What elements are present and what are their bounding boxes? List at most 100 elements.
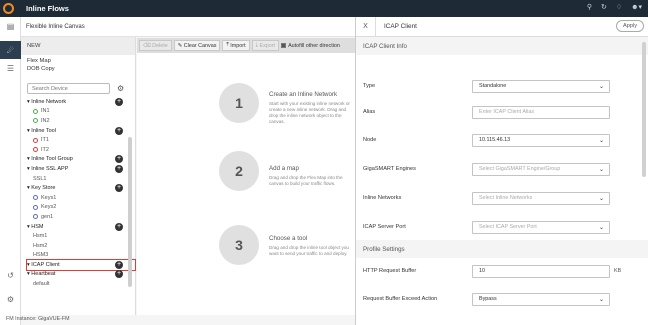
- add-icon[interactable]: +: [115, 164, 123, 173]
- tree-group[interactable]: ▾ Inline SSL APP +: [27, 164, 135, 174]
- autofill-checkbox[interactable]: Autofill other direction: [281, 43, 340, 49]
- add-icon[interactable]: +: [115, 184, 123, 193]
- export-button[interactable]: ⤓ Export: [251, 40, 280, 51]
- step-2-description: Drag and drop the Flex Map into the canv…: [269, 175, 343, 186]
- tree-item[interactable]: IT1: [27, 135, 135, 145]
- chevron-down-icon[interactable]: ⌄: [599, 83, 604, 90]
- add-icon[interactable]: +: [115, 222, 123, 231]
- field-label: HTTP Request Buffer: [363, 268, 417, 274]
- import-button[interactable]: ⤒ Import: [222, 40, 250, 51]
- status-icon: [33, 137, 38, 143]
- add-icon[interactable]: +: [115, 126, 123, 135]
- add-icon[interactable]: +: [115, 270, 123, 279]
- tree-label: default: [33, 281, 50, 288]
- chevron-down-icon[interactable]: ⌄: [599, 166, 604, 173]
- step-3-title: Choose a tool: [269, 235, 308, 242]
- tree-group[interactable]: ▾ Heartbeat +: [27, 270, 135, 280]
- tree-group[interactable]: ▾ Inline Network +: [27, 97, 135, 107]
- tree-item[interactable]: Keys2: [27, 203, 135, 213]
- map-item[interactable]: DOB Copy: [27, 66, 129, 74]
- delete-button[interactable]: ⌫ Delete: [139, 40, 172, 51]
- section-profile-settings: Profile Settings: [356, 240, 648, 258]
- fm-instance-label: FM Instance: GigaVUE-FM: [6, 316, 70, 322]
- field-select[interactable]: Select ICAP Server Port ⌄: [472, 220, 610, 234]
- new-map-button[interactable]: NEW: [21, 37, 135, 55]
- search-icon[interactable]: ⚲: [587, 3, 592, 11]
- tree-item[interactable]: SSL1: [27, 174, 135, 184]
- field-label: GigaSMART Engines: [363, 166, 416, 172]
- tree-label: HSM: [31, 223, 44, 230]
- tree-group[interactable]: ▾ Inline Tool +: [27, 126, 135, 136]
- field-input[interactable]: Enter ICAP Client Alias: [472, 105, 610, 119]
- apply-button[interactable]: Apply: [616, 20, 644, 32]
- refresh-icon[interactable]: ↻: [601, 3, 607, 11]
- field-label: ICAP Server Port: [363, 224, 406, 230]
- top-bar: Inline Flows ⚲ ↻ ♢ ☻▾: [0, 0, 648, 17]
- chevron-down-icon[interactable]: ⌄: [599, 195, 604, 202]
- field-select[interactable]: Standalone ⌄: [472, 79, 610, 93]
- tree-item[interactable]: gen1: [27, 212, 135, 222]
- tree-item[interactable]: IN1: [27, 107, 135, 117]
- tree-label: Key Store: [31, 185, 56, 192]
- field-input[interactable]: 10: [472, 264, 610, 278]
- tree-item[interactable]: Keys1: [27, 193, 135, 203]
- chevron-down-icon[interactable]: ⌄: [599, 137, 604, 144]
- add-icon[interactable]: +: [115, 155, 123, 164]
- settings-icon[interactable]: ⚙: [0, 295, 21, 304]
- tree-label: Keys1: [41, 194, 57, 201]
- tree-item[interactable]: IT2: [27, 145, 135, 155]
- step-3-circle: 3: [219, 225, 259, 265]
- close-button[interactable]: X: [356, 16, 376, 37]
- form-row: GigaSMART Engines Select GigaSMART Engine…: [363, 162, 633, 176]
- tree-item[interactable]: HSM3: [27, 251, 135, 261]
- inline-flows-icon[interactable]: ☄: [0, 41, 21, 59]
- tree-group[interactable]: ▾ ICAP Client +: [26, 259, 136, 271]
- field-select[interactable]: Select GigaSMART Engine/Group ⌄: [472, 162, 610, 176]
- chevron-down-icon[interactable]: ⌄: [599, 296, 604, 303]
- form-row: Node 10.115.46.13 ⌄: [363, 133, 633, 147]
- tree-item[interactable]: IN2: [27, 116, 135, 126]
- tree-label: Inline Network: [31, 98, 67, 105]
- tree-group[interactable]: ▾ Key Store +: [27, 183, 135, 193]
- list-icon[interactable]: ☰: [0, 59, 21, 77]
- gear-icon[interactable]: ⚙: [117, 84, 124, 93]
- section-icap-client-info: ICAP Client Info: [356, 37, 648, 55]
- add-icon[interactable]: +: [115, 260, 123, 269]
- history-icon[interactable]: ↺: [0, 271, 21, 280]
- tree-label: IN2: [41, 117, 50, 124]
- search-device-field[interactable]: [27, 83, 110, 94]
- chart-icon[interactable]: ▤: [0, 17, 21, 35]
- user-icon[interactable]: ☻▾: [631, 3, 642, 11]
- tree-label: ICAP Client: [31, 261, 60, 268]
- app-title: Inline Flows: [26, 4, 69, 13]
- app-logo[interactable]: [0, 0, 16, 17]
- step-3-description: Drag and drop the inline tool object you…: [269, 245, 349, 256]
- field-value: Standalone: [479, 83, 507, 89]
- tree-label: IN1: [41, 108, 50, 115]
- field-value: Enter ICAP Client Alias: [479, 109, 535, 115]
- tree-group[interactable]: ▾ HSM +: [27, 222, 135, 232]
- field-value: 10: [479, 268, 485, 274]
- tree-item[interactable]: Hsm1: [27, 231, 135, 241]
- clear-canvas-button[interactable]: ✎ Clear Canvas: [173, 40, 221, 51]
- sidebar-scrollbar[interactable]: [128, 137, 132, 287]
- search-device-input[interactable]: [28, 84, 109, 93]
- field-select[interactable]: Bypass ⌄: [472, 292, 610, 306]
- field-select[interactable]: Select Inline Networks ⌄: [472, 191, 610, 205]
- panel-scrollbar[interactable]: [642, 42, 646, 177]
- bell-icon[interactable]: ♢: [616, 3, 622, 11]
- tree-item[interactable]: Hsm2: [27, 241, 135, 251]
- map-item[interactable]: Flex Map: [27, 58, 129, 66]
- tree-group[interactable]: ▾ Inline Tool Group +: [27, 155, 135, 165]
- checkbox-icon[interactable]: [281, 43, 287, 48]
- status-icon: [33, 147, 38, 153]
- form-row: Alias Enter ICAP Client Alias: [363, 105, 633, 119]
- canvas-title: Flexible Inline Canvas: [26, 23, 85, 30]
- tree-item[interactable]: default: [27, 279, 135, 289]
- status-icon: [33, 214, 38, 220]
- chevron-down-icon[interactable]: ⌄: [599, 224, 604, 231]
- flow-canvas[interactable]: ➤ 1 Create an Inline Network Start with …: [137, 53, 355, 315]
- add-icon[interactable]: +: [115, 97, 123, 106]
- field-select[interactable]: 10.115.46.13 ⌄: [472, 133, 610, 147]
- tree-label: gen1: [41, 213, 54, 220]
